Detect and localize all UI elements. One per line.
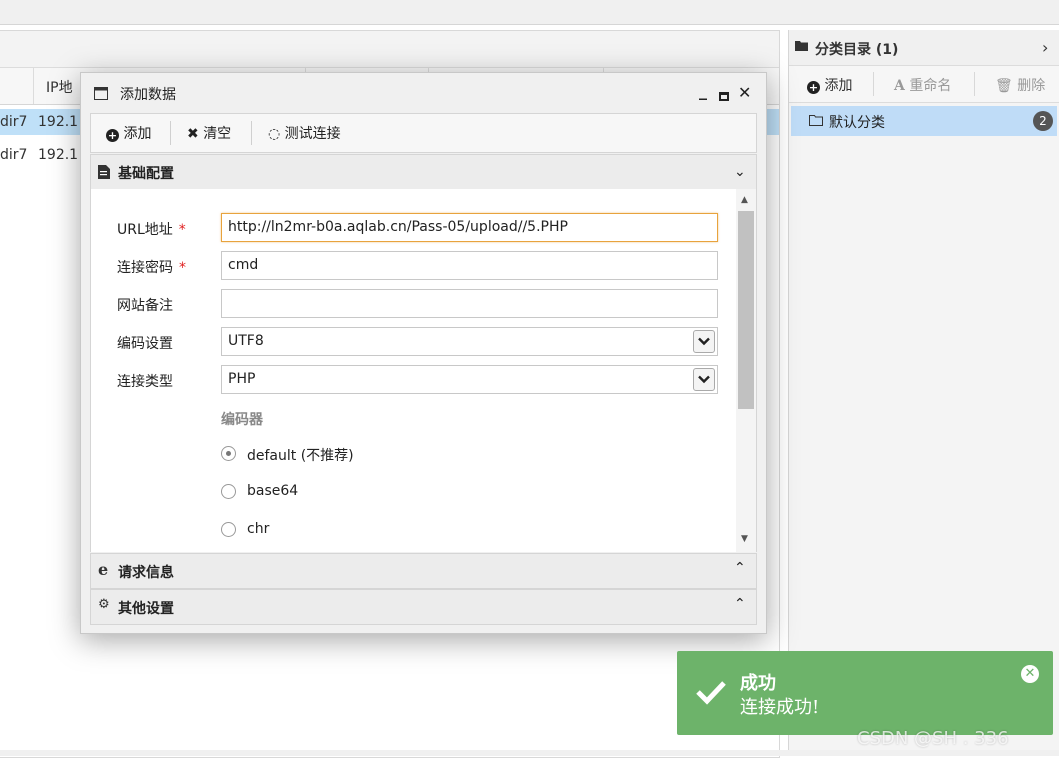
section-request-info[interactable]: e 请求信息 ⌃ — [90, 553, 757, 589]
font-icon: A — [894, 78, 905, 94]
ie-icon: e — [98, 560, 109, 579]
top-bar — [0, 0, 1059, 25]
table-cell-ip: 192.1 — [38, 147, 79, 163]
encoder-base64-radio[interactable] — [221, 484, 236, 499]
chevron-down-icon[interactable] — [693, 368, 715, 391]
test-connection-label: 测试连接 — [284, 126, 341, 142]
required-mark: * — [178, 222, 186, 238]
minimize-icon[interactable]: _ — [699, 81, 707, 100]
test-connection-button[interactable]: ◌ 测试连接 — [268, 123, 341, 143]
category-item-label: 默认分类 — [829, 115, 885, 131]
clear-button[interactable]: ✖ 清空 — [187, 123, 231, 143]
category-panel-header: 分类目录 (1) › — [789, 30, 1059, 66]
category-rename-button[interactable]: A 重命名 — [894, 75, 951, 95]
toolbar-divider — [170, 121, 171, 145]
section-basic-config[interactable]: 基础配置 ⌄ — [90, 154, 757, 190]
category-delete-label: 删除 — [1017, 78, 1046, 94]
category-panel: 分类目录 (1) › + 添加 A 重命名 🗑 删除 默认分类 2 — [788, 30, 1059, 756]
success-toast: 成功 连接成功! ✕ — [677, 651, 1053, 735]
chevron-down-icon[interactable]: ⌄ — [734, 164, 746, 180]
url-field[interactable]: http://ln2mr-b0a.aqlab.cn/Pass-05/upload… — [221, 213, 718, 242]
dialog-titlebar[interactable]: 添加数据 _ ✕ — [81, 73, 766, 113]
check-icon — [696, 681, 726, 705]
section-basic-title: 基础配置 — [118, 166, 174, 182]
encoder-default-label: default (不推荐) — [247, 448, 354, 464]
maximize-icon[interactable] — [719, 86, 729, 105]
note-field[interactable] — [221, 289, 718, 318]
add-button[interactable]: + 添加 — [106, 123, 151, 143]
section-request-title: 请求信息 — [118, 565, 174, 581]
category-add-label: 添加 — [824, 78, 853, 94]
ip-column-header[interactable]: IP地 — [46, 77, 73, 97]
encoding-value: UTF8 — [228, 333, 264, 349]
toast-message: 连接成功! — [740, 697, 820, 718]
form-scrollbar[interactable]: ▲ ▼ — [736, 189, 756, 552]
category-panel-title: 分类目录 (1) — [815, 42, 899, 58]
encoder-title: 编码器 — [221, 412, 263, 428]
chevron-up-icon[interactable]: ⌃ — [734, 560, 746, 576]
trash-icon: 🗑 — [995, 78, 1013, 94]
scrollbar-thumb[interactable] — [738, 211, 754, 409]
required-mark: * — [179, 260, 186, 276]
encoding-label: 编码设置 — [117, 336, 173, 352]
toolbar-divider — [974, 72, 975, 96]
x-icon: ✖ — [187, 126, 199, 142]
encoding-select[interactable]: UTF8 — [221, 327, 718, 356]
category-toolbar: + 添加 A 重命名 🗑 删除 — [789, 66, 1059, 103]
spinner-icon: ◌ — [268, 126, 281, 142]
clear-button-label: 清空 — [203, 126, 232, 142]
section-other-settings[interactable]: ⚙ 其他设置 ⌃ — [90, 589, 757, 625]
encoder-chr-radio[interactable] — [221, 522, 236, 537]
category-item-default[interactable]: 默认分类 2 — [791, 106, 1057, 136]
gears-icon: ⚙ — [98, 597, 110, 612]
dialog-toolbar: + 添加 ✖ 清空 ◌ 测试连接 — [90, 113, 757, 153]
type-value: PHP — [228, 371, 256, 387]
type-label: 连接类型 — [117, 374, 173, 390]
note-label: 网站备注 — [117, 298, 173, 314]
encoder-chr-label: chr — [247, 521, 270, 537]
toast-title: 成功 — [740, 673, 776, 694]
document-icon — [98, 165, 110, 179]
folder-icon — [795, 41, 808, 51]
plus-circle-icon: + — [807, 81, 820, 94]
grid-header-divider — [33, 68, 34, 104]
category-delete-button[interactable]: 🗑 删除 — [995, 75, 1045, 95]
toolbar-divider — [873, 72, 874, 96]
type-select[interactable]: PHP — [221, 365, 718, 394]
category-count-badge: 2 — [1033, 111, 1053, 131]
encoder-base64-label: base64 — [247, 483, 299, 499]
scroll-up-icon[interactable]: ▲ — [741, 195, 748, 205]
table-cell-url: dir7 — [0, 114, 28, 130]
encoder-default-radio[interactable] — [221, 446, 236, 461]
chevron-right-icon[interactable]: › — [1042, 38, 1048, 57]
add-data-dialog: 添加数据 _ ✕ + 添加 ✖ 清空 ◌ 测试连接 基础配置 ⌄ URL地址 * … — [80, 72, 767, 634]
basic-config-form: URL地址 * http://ln2mr-b0a.aqlab.cn/Pass-05… — [90, 189, 757, 552]
dialog-title: 添加数据 — [120, 87, 176, 103]
category-rename-label: 重命名 — [909, 78, 952, 94]
add-button-label: 添加 — [123, 126, 152, 142]
window-icon — [94, 87, 108, 100]
category-add-button[interactable]: + 添加 — [807, 75, 852, 95]
table-cell-url: dir7 — [0, 147, 28, 163]
url-label: URL地址 * — [117, 222, 186, 238]
section-other-title: 其他设置 — [118, 601, 174, 617]
password-label: 连接密码 * — [117, 260, 186, 276]
chevron-down-icon[interactable] — [693, 330, 715, 353]
bottom-bar — [0, 750, 1059, 756]
folder-open-icon — [809, 115, 823, 126]
plus-circle-icon: + — [106, 129, 119, 142]
chevron-up-icon[interactable]: ⌃ — [734, 596, 746, 612]
table-cell-ip: 192.1 — [38, 114, 79, 130]
list-toolbar — [0, 31, 779, 68]
watermark: CSDN @SH . 336 — [857, 728, 1009, 749]
close-icon[interactable]: ✕ — [1021, 665, 1039, 683]
close-icon[interactable]: ✕ — [738, 83, 751, 102]
toolbar-divider — [251, 121, 252, 145]
password-field[interactable]: cmd — [221, 251, 718, 280]
scroll-down-icon[interactable]: ▼ — [741, 534, 748, 544]
